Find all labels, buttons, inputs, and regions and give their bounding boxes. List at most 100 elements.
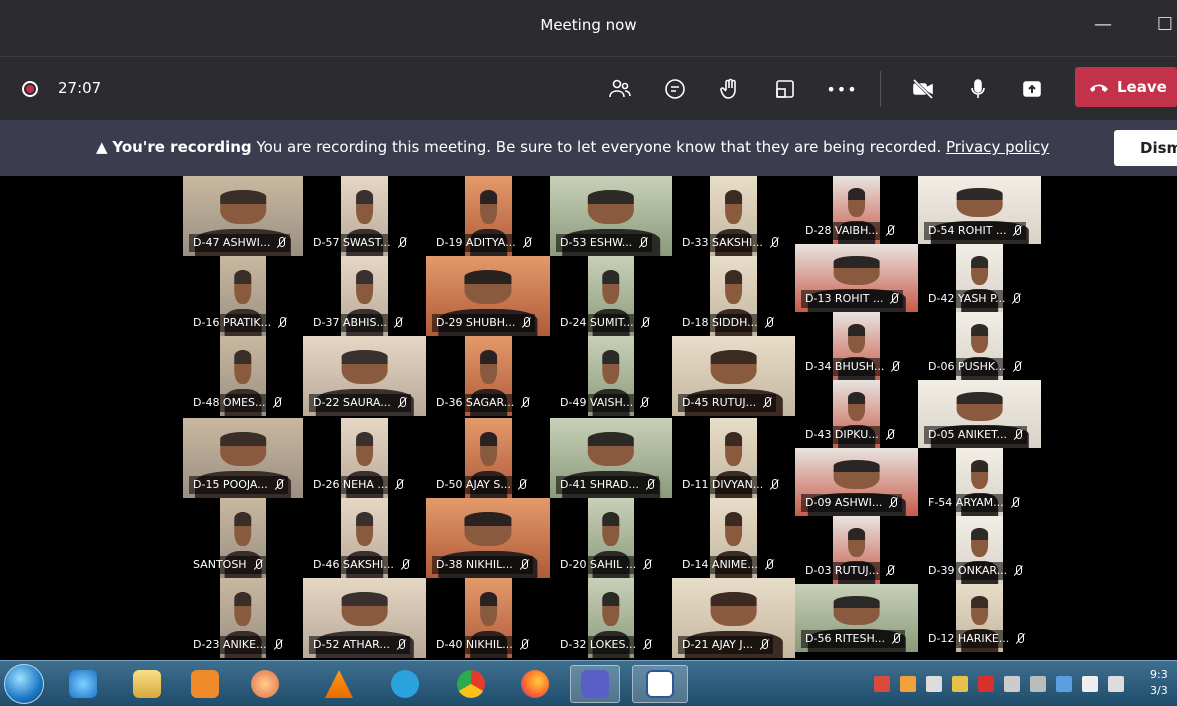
- participant-tile[interactable]: D-57 SWAST...: [303, 176, 426, 256]
- participant-name-label: D-21 AJAY J...: [678, 636, 774, 654]
- participant-tile[interactable]: D-40 NIKHIL...: [426, 578, 550, 658]
- tray-update-icon[interactable]: [952, 676, 968, 692]
- tray-app-icon[interactable]: [874, 676, 890, 692]
- participant-tile[interactable]: D-22 SAURA...: [303, 336, 426, 416]
- participant-tile[interactable]: D-13 ROHIT ...: [795, 244, 918, 312]
- participant-tile[interactable]: D-49 VAISH...: [550, 336, 672, 416]
- participant-tile[interactable]: D-09 ASHWI...: [795, 448, 918, 516]
- tray-q-icon[interactable]: [978, 676, 994, 692]
- participant-tile[interactable]: D-50 AJAY S...: [426, 418, 550, 498]
- share-content-button[interactable]: [1015, 73, 1049, 105]
- taskbar-media-player[interactable]: [180, 665, 230, 703]
- leave-button[interactable]: Leave: [1075, 67, 1177, 107]
- participant-tile[interactable]: D-38 NIKHIL...: [426, 498, 550, 578]
- participant-tile[interactable]: D-23 ANIKE...: [183, 578, 303, 658]
- participant-tile[interactable]: D-15 POOJA...: [183, 418, 303, 498]
- participant-tile[interactable]: D-03 RUTUJ...: [795, 516, 918, 584]
- participant-tile[interactable]: D-43 DIPKU...: [795, 380, 918, 448]
- participant-tile[interactable]: D-48 OMES...: [183, 336, 303, 416]
- participant-tile[interactable]: D-34 BHUSH...: [795, 312, 918, 380]
- rooms-button[interactable]: [768, 73, 802, 105]
- participant-tile[interactable]: D-41 SHRAD...: [550, 418, 672, 498]
- participant-tile[interactable]: D-36 SAGAR...: [426, 336, 550, 416]
- mic-toggle-button[interactable]: [961, 73, 995, 105]
- more-options-button[interactable]: •••: [825, 73, 859, 105]
- participant-tile[interactable]: D-45 RUTUJ...: [672, 336, 795, 416]
- privacy-policy-link[interactable]: Privacy policy: [946, 138, 1049, 156]
- volume-icon[interactable]: [1108, 676, 1124, 692]
- taskbar-telegram[interactable]: [380, 665, 430, 703]
- taskbar-clock[interactable]: 9:3 3/3: [1150, 667, 1168, 699]
- mic-muted-icon: [1015, 633, 1025, 645]
- participant-name-label: D-29 SHUBH...: [432, 314, 536, 332]
- taskbar-chrome[interactable]: [446, 665, 496, 703]
- participant-face: [479, 592, 498, 626]
- participant-tile[interactable]: D-20 SAHIL ...: [550, 498, 672, 578]
- taskbar-file-explorer[interactable]: [122, 665, 172, 703]
- participant-tile[interactable]: D-47 ASHWI...: [183, 176, 303, 256]
- network-icon[interactable]: [1056, 676, 1072, 692]
- participant-tile[interactable]: D-37 ABHIS...: [303, 256, 426, 336]
- taskbar-teams[interactable]: [570, 665, 620, 703]
- raise-hand-button[interactable]: [713, 73, 747, 105]
- participant-tile[interactable]: SANTOSH: [183, 498, 303, 578]
- minimize-button[interactable]: —: [1088, 10, 1118, 40]
- participant-tile[interactable]: D-42 YASH P...: [918, 244, 1041, 312]
- tray-device-icon[interactable]: [926, 676, 942, 692]
- maximize-button[interactable]: ☐: [1150, 10, 1177, 40]
- signal-icon[interactable]: [1004, 676, 1020, 692]
- participant-tile[interactable]: D-16 PRATIK...: [183, 256, 303, 336]
- start-button[interactable]: [4, 664, 44, 704]
- participant-tile[interactable]: D-39 ONKAR...: [918, 516, 1041, 584]
- participant-tile[interactable]: D-12 HARIKE...: [918, 584, 1041, 652]
- mic-muted-icon: [1013, 429, 1023, 441]
- participant-name: D-21 AJAY J...: [682, 638, 754, 651]
- camera-toggle-button[interactable]: [906, 73, 940, 105]
- mic-muted-icon: [762, 397, 772, 409]
- participant-tile[interactable]: D-19 ADITYA...: [426, 176, 550, 256]
- participant-tile[interactable]: D-54 ROHIT ...: [918, 176, 1041, 244]
- participant-tile[interactable]: F-54 ARYAM...: [918, 448, 1041, 516]
- participant-hair: [234, 592, 252, 606]
- participant-tile[interactable]: D-05 ANIKET...: [918, 380, 1041, 448]
- participants-button[interactable]: [603, 73, 637, 105]
- flag-icon[interactable]: [1082, 676, 1098, 692]
- chat-button[interactable]: [658, 73, 692, 105]
- participant-tile[interactable]: D-28 VAIBH...: [795, 176, 918, 244]
- tray-security-icon[interactable]: [900, 676, 916, 692]
- participant-name: D-57 SWAST...: [313, 236, 391, 249]
- taskbar-paint[interactable]: [240, 665, 290, 703]
- participant-name-label: D-09 ASHWI...: [801, 494, 903, 512]
- participant-hair: [970, 596, 989, 608]
- leave-label: Leave: [1117, 78, 1167, 96]
- participant-tile[interactable]: D-52 ATHAR...: [303, 578, 426, 658]
- taskbar-firefox[interactable]: [510, 665, 560, 703]
- participant-tile[interactable]: D-11 DIVYAN...: [672, 418, 795, 498]
- participant-hair: [970, 460, 989, 472]
- participant-name: F-54 ARYAM...: [928, 496, 1004, 509]
- participant-name-label: D-23 ANIKE...: [189, 636, 287, 654]
- taskbar-internet-explorer[interactable]: [58, 665, 108, 703]
- participant-tile[interactable]: D-24 SUMIT...: [550, 256, 672, 336]
- mic-muted-icon: [396, 639, 406, 651]
- participant-tile[interactable]: D-56 RITESH...: [795, 584, 918, 652]
- participant-tile[interactable]: D-14 ANIME...: [672, 498, 795, 578]
- taskbar-vlc[interactable]: [314, 665, 364, 703]
- tray-window-icon[interactable]: [1030, 676, 1046, 692]
- participant-tile[interactable]: D-32 LOKES...: [550, 578, 672, 658]
- taskbar-word[interactable]: [632, 665, 688, 703]
- participant-tile[interactable]: D-18 SIDDH...: [672, 256, 795, 336]
- participant-tile[interactable]: D-33 SAKSHI...: [672, 176, 795, 256]
- share-screen-icon: [1023, 81, 1041, 97]
- participant-tile[interactable]: D-26 NEHA ...: [303, 418, 426, 498]
- participant-tile[interactable]: D-06 PUSHK...: [918, 312, 1041, 380]
- participant-name-label: D-28 VAIBH...: [801, 222, 899, 240]
- participant-tile[interactable]: D-29 SHUBH...: [426, 256, 550, 336]
- participant-face: [710, 592, 757, 626]
- participant-name: D-20 SAHIL ...: [560, 558, 637, 571]
- participant-tile[interactable]: D-53 ESHW...: [550, 176, 672, 256]
- participant-face: [710, 350, 757, 384]
- dismiss-button[interactable]: Dism: [1114, 130, 1177, 166]
- participant-tile[interactable]: D-46 SAKSHI...: [303, 498, 426, 578]
- participant-tile[interactable]: D-21 AJAY J...: [672, 578, 795, 658]
